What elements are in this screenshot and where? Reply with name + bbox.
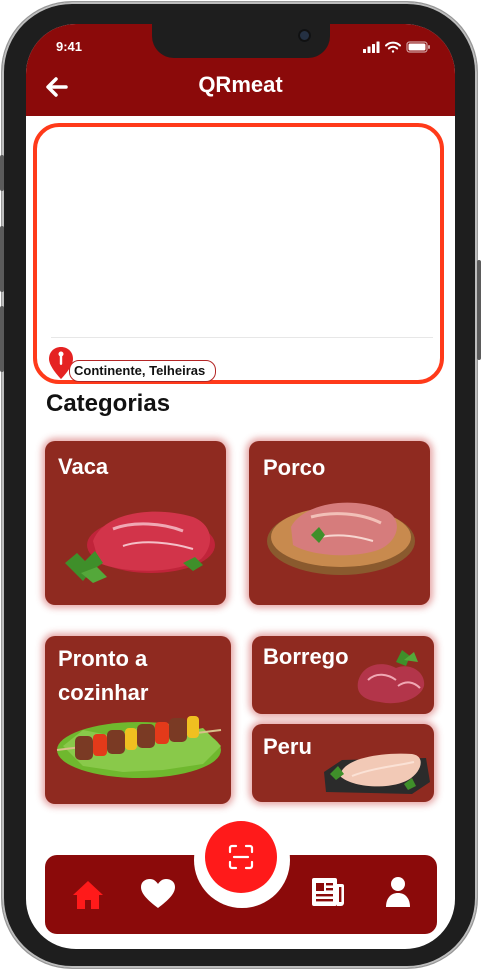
categories-title: Categorias [46,390,171,417]
category-label-borrego: Borrego [263,644,349,669]
heart-icon[interactable] [140,878,176,910]
wifi-icon [385,41,401,53]
home-icon[interactable] [71,879,105,911]
signal-icon [363,41,380,53]
category-label-peru: Peru [263,734,312,759]
status-icons [363,41,430,53]
status-time: 9:41 [56,39,83,54]
pork-image [267,502,415,575]
lamb-image [357,650,425,704]
scan-icon [228,844,254,870]
power-button [477,260,481,360]
app-bar: 9:41 QRmeat [26,24,455,116]
camera-icon [298,29,311,42]
mute-switch [0,155,4,191]
map-divider [51,337,433,338]
turkey-image [324,753,430,794]
newspaper-icon[interactable] [311,876,345,908]
beef-image [65,511,215,583]
location-label: Continente, Telheiras [74,363,206,378]
category-label-vaca: Vaca [58,454,109,479]
category-card-borrego[interactable]: Borrego [252,636,434,714]
map-pin-icon [49,347,73,379]
category-label-porco: Porco [263,455,326,480]
location-chip[interactable]: Continente, Telheiras [69,360,217,382]
category-label-pronto-a-cozinhar: Pronto a cozinhar [58,646,149,705]
volume-down-button [0,306,4,372]
category-card-porco[interactable]: Porco [249,441,430,605]
app-screen: 9:41 QRmeat Continente, Telheiras Catego… [26,24,455,949]
skewer-image [56,716,222,778]
scan-button[interactable] [205,821,277,893]
map-view[interactable]: Continente, Telheiras [33,123,444,384]
notch [152,24,330,58]
category-card-peru[interactable]: Peru [252,724,434,802]
battery-icon [406,41,430,53]
volume-up-button [0,226,4,292]
user-icon[interactable] [385,876,411,908]
page-title: QRmeat [198,72,283,97]
category-card-pronto-a-cozinhar[interactable]: Pronto a cozinhar [45,636,231,804]
category-card-vaca[interactable]: Vaca [45,441,226,605]
